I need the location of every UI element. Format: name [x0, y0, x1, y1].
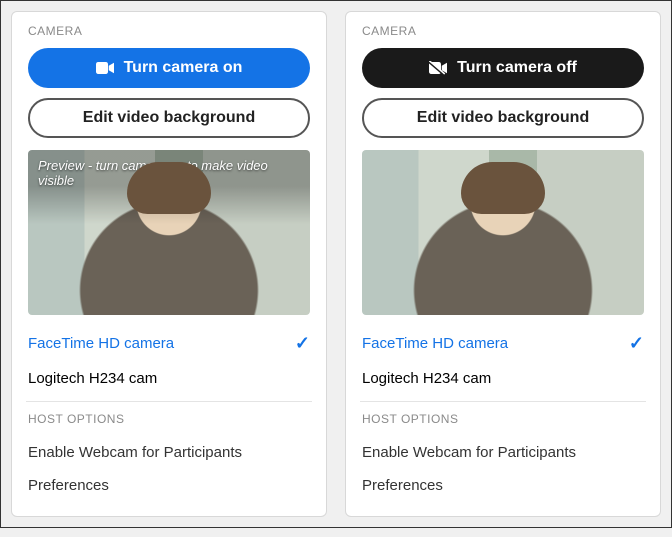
- camera-section-label: CAMERA: [28, 24, 310, 38]
- preferences[interactable]: Preferences: [362, 469, 644, 502]
- turn-camera-on-button[interactable]: Turn camera on: [28, 48, 310, 88]
- camera-preview: Preview - turn camera on to make video v…: [28, 150, 310, 315]
- camera-preview: [362, 150, 644, 315]
- toggle-label: Turn camera on: [124, 59, 243, 77]
- device-name: FaceTime HD camera: [362, 335, 508, 352]
- toggle-label: Turn camera off: [457, 59, 577, 77]
- camera-device-item[interactable]: Logitech H234 cam: [28, 362, 310, 395]
- edit-bg-label: Edit video background: [417, 109, 589, 127]
- device-name: Logitech H234 cam: [362, 370, 491, 387]
- camera-device-item[interactable]: FaceTime HD camera ✓: [362, 325, 644, 362]
- enable-webcam-for-participants[interactable]: Enable Webcam for Participants: [362, 436, 644, 469]
- device-name: FaceTime HD camera: [28, 335, 174, 352]
- enable-webcam-for-participants[interactable]: Enable Webcam for Participants: [28, 436, 310, 469]
- camera-device-item[interactable]: Logitech H234 cam: [362, 362, 644, 395]
- checkmark-icon: ✓: [629, 333, 644, 354]
- camera-icon: [96, 61, 114, 75]
- edit-video-background-button[interactable]: Edit video background: [362, 98, 644, 138]
- camera-device-item[interactable]: FaceTime HD camera ✓: [28, 325, 310, 362]
- checkmark-icon: ✓: [295, 333, 310, 354]
- camera-off-icon: [429, 61, 447, 75]
- camera-panel-on-state: CAMERA Turn camera off Edit video backgr…: [345, 11, 661, 517]
- edit-video-background-button[interactable]: Edit video background: [28, 98, 310, 138]
- host-options-section-label: HOST OPTIONS: [362, 412, 644, 426]
- divider: [360, 401, 646, 402]
- turn-camera-off-button[interactable]: Turn camera off: [362, 48, 644, 88]
- camera-device-list: FaceTime HD camera ✓ Logitech H234 cam: [28, 325, 310, 395]
- host-options-section-label: HOST OPTIONS: [28, 412, 310, 426]
- edit-bg-label: Edit video background: [83, 109, 255, 127]
- device-name: Logitech H234 cam: [28, 370, 157, 387]
- camera-section-label: CAMERA: [362, 24, 644, 38]
- camera-device-list: FaceTime HD camera ✓ Logitech H234 cam: [362, 325, 644, 395]
- divider: [26, 401, 312, 402]
- preview-caption: Preview - turn camera on to make video v…: [38, 158, 300, 188]
- camera-panel-off-state: CAMERA Turn camera on Edit video backgro…: [11, 11, 327, 517]
- preferences[interactable]: Preferences: [28, 469, 310, 502]
